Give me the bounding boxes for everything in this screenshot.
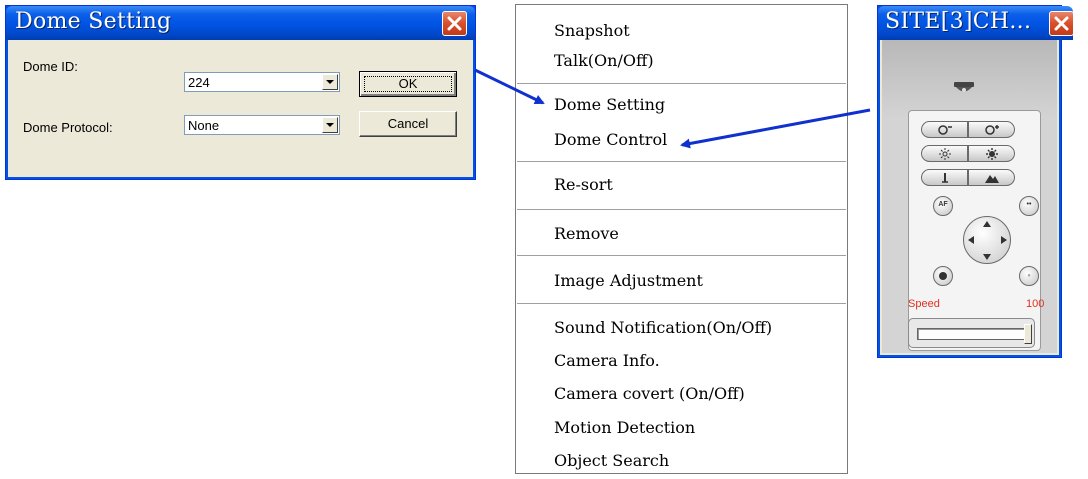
one-push-label: •• [1026, 201, 1032, 208]
menu-separator [517, 209, 846, 210]
focus-near-icon [942, 173, 948, 183]
arrow-right-icon[interactable] [1001, 236, 1007, 244]
menu-item-dome-control[interactable]: Dome Control [554, 130, 667, 149]
iris-open-button[interactable] [968, 145, 1015, 162]
arrow-down-icon[interactable] [983, 254, 991, 260]
chevron-down-icon[interactable] [322, 117, 338, 133]
menu-item-snapshot[interactable]: Snapshot [554, 21, 630, 40]
close-button[interactable] [442, 11, 467, 36]
dome-protocol-value: None [188, 118, 220, 133]
cancel-label: Cancel [387, 116, 429, 131]
arrow-up-icon[interactable] [983, 221, 991, 227]
speed-slider-track[interactable] [917, 328, 1032, 340]
menu-item-remove[interactable]: Remove [554, 224, 619, 243]
focus-near-button[interactable] [921, 169, 968, 186]
focus-rect [364, 76, 452, 92]
dome-setting-title: Dome Setting [15, 9, 172, 34]
dome-setting-titlebar[interactable]: Dome Setting [6, 6, 475, 40]
speed-label: Speed [908, 298, 940, 310]
dome-id-combo[interactable]: 224 [184, 72, 340, 92]
cancel-button[interactable]: Cancel [359, 111, 457, 137]
sun-large-icon [986, 148, 998, 160]
one-push-button[interactable]: •• [1019, 196, 1039, 216]
close-button[interactable] [1049, 11, 1074, 36]
auto-focus-button[interactable]: AF [933, 196, 953, 216]
menu-item-motion-detection[interactable]: Motion Detection [554, 418, 695, 437]
dome-camera-icon [954, 82, 974, 92]
menu-item-image-adjustment[interactable]: Image Adjustment [554, 271, 703, 290]
arrow-left-icon[interactable] [968, 236, 974, 244]
record-icon [939, 272, 947, 280]
menu-item-dome-setting[interactable]: Dome Setting [554, 95, 665, 114]
menu-item-camera-info[interactable]: Camera Info. [554, 351, 660, 370]
dome-protocol-label: Dome Protocol: [23, 120, 113, 135]
menu-item-re-sort[interactable]: Re-sort [554, 175, 613, 194]
speed-value: 100 [1026, 298, 1045, 310]
preset-button[interactable]: ◦ [1019, 266, 1039, 286]
record-button[interactable] [933, 266, 953, 286]
focus-far-button[interactable] [968, 169, 1015, 186]
iris-close-button[interactable] [921, 145, 968, 162]
preset-icon: ◦ [1027, 270, 1031, 280]
zoom-in-button[interactable] [968, 121, 1015, 138]
menu-separator [517, 161, 846, 162]
auto-focus-label: AF [938, 201, 948, 208]
ptz-control-panel: AF •• ◦ [908, 110, 1041, 351]
dome-control-window: SITE[3]CH... AF •• ◦ Speed 100 [877, 5, 1074, 358]
pan-tilt-dpad[interactable] [963, 216, 1011, 264]
dome-control-titlebar[interactable]: SITE[3]CH... [878, 6, 1074, 40]
speed-slider[interactable] [908, 318, 1035, 348]
chevron-down-icon[interactable] [322, 74, 338, 90]
mountain-icon [985, 175, 999, 183]
speed-slider-thumb[interactable] [1024, 324, 1032, 344]
menu-separator [517, 303, 846, 304]
dome-id-value: 224 [188, 75, 210, 90]
close-icon [447, 16, 462, 31]
menu-item-sound-notification[interactable]: Sound Notification(On/Off) [554, 318, 772, 337]
dome-id-label: Dome ID: [23, 59, 78, 74]
context-menu: Snapshot Talk(On/Off) Dome Setting Dome … [515, 4, 848, 474]
sun-small-icon [939, 148, 951, 160]
close-icon [1054, 16, 1069, 31]
menu-separator [517, 83, 846, 84]
menu-item-talk[interactable]: Talk(On/Off) [554, 51, 654, 70]
dome-control-title: SITE[3]CH... [885, 9, 1032, 34]
ptz-body: AF •• ◦ Speed 100 [882, 40, 1057, 353]
zoom-out-button[interactable] [921, 121, 968, 138]
dome-setting-dialog: Dome Setting Dome ID: 224 Dome Protocol:… [5, 5, 476, 180]
menu-item-camera-covert[interactable]: Camera covert (On/Off) [554, 384, 745, 403]
zoom-in-icon [985, 125, 999, 135]
zoom-out-icon [938, 125, 952, 135]
ok-button[interactable]: OK [359, 71, 457, 97]
menu-item-object-search[interactable]: Object Search [554, 451, 669, 470]
dome-protocol-combo[interactable]: None [184, 115, 340, 135]
menu-separator [517, 255, 846, 256]
